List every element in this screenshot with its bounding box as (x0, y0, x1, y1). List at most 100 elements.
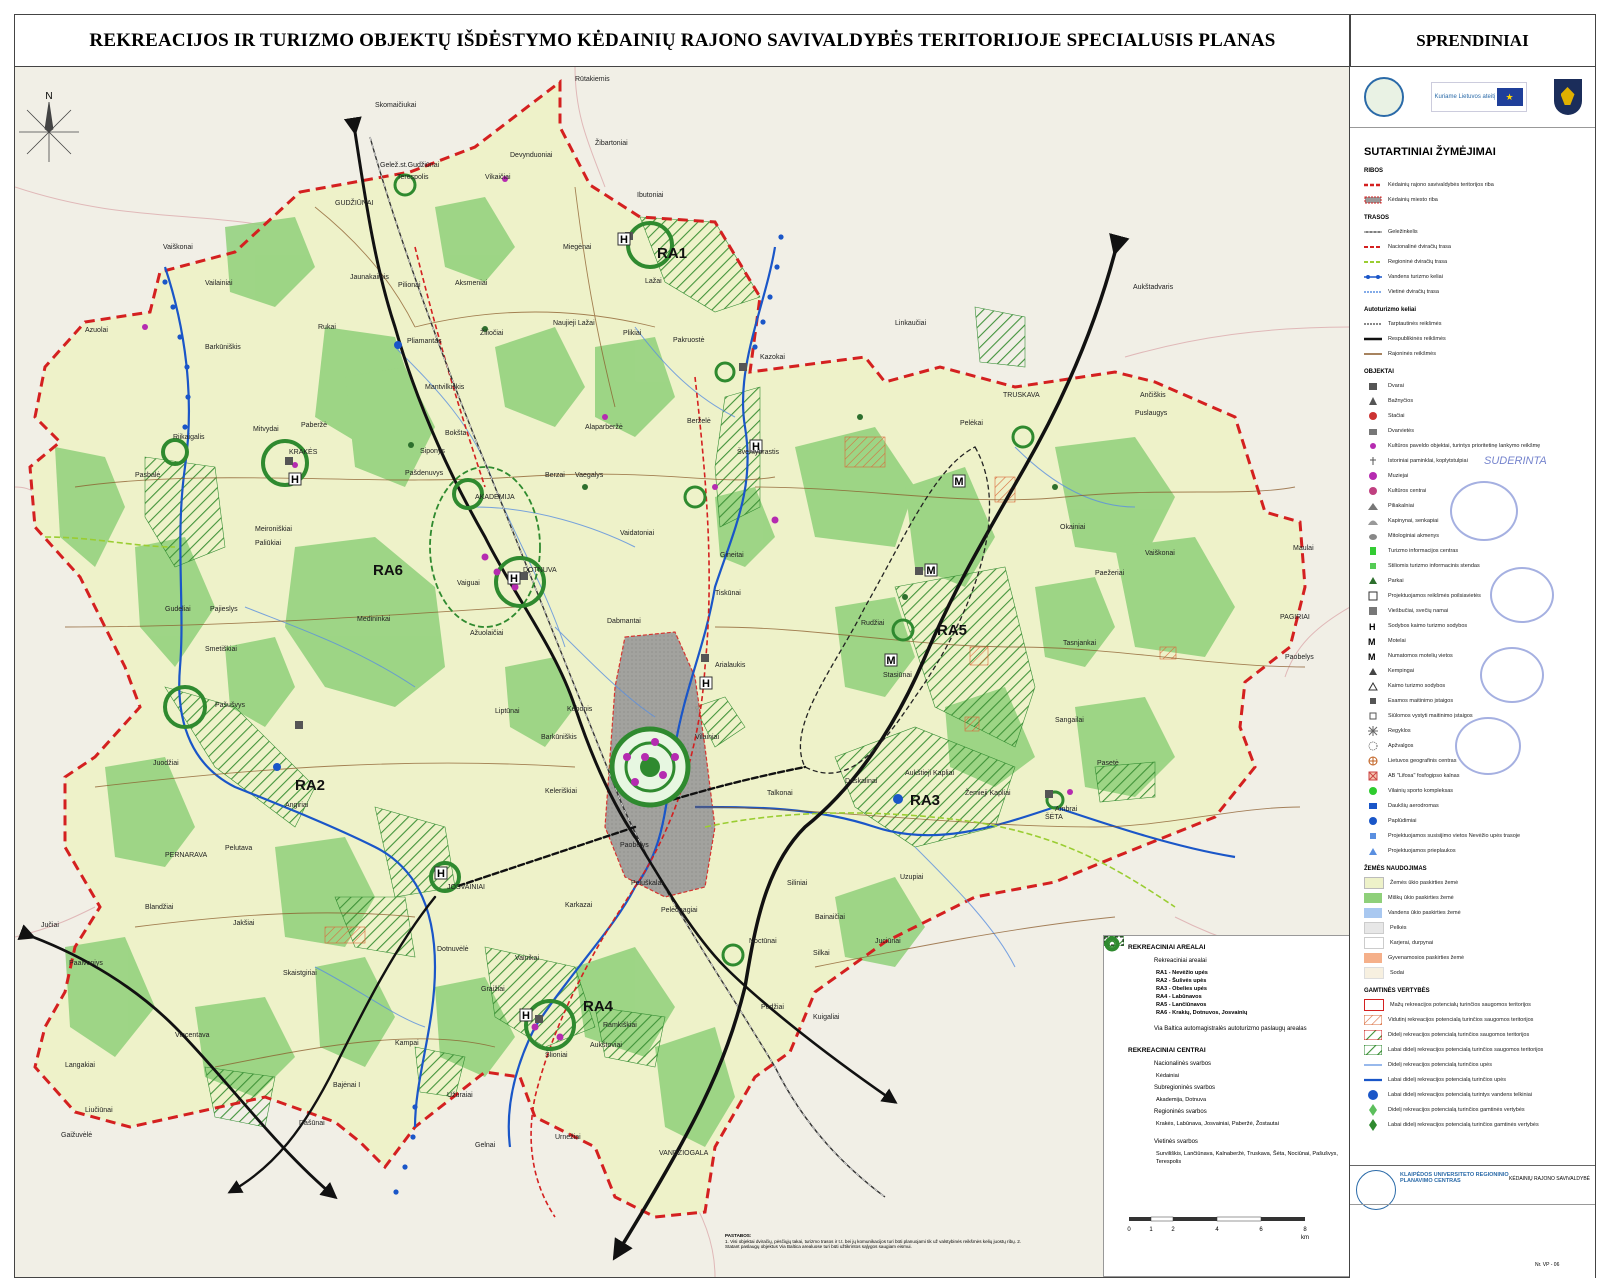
stamp-2 (1490, 567, 1554, 623)
legend-areas-title: REKREACINIAI AREALAI (1128, 944, 1206, 951)
svg-text:Linkaučiai: Linkaučiai (895, 320, 927, 327)
scale-bar: 0 1 2 4 6 8 km (1125, 1213, 1311, 1243)
svg-text:M: M (1368, 637, 1376, 646)
svg-text:Paobelys: Paobelys (1285, 654, 1314, 661)
area-label-ra6: RA6 (373, 562, 403, 579)
svg-text:Urnėžiai: Urnėžiai (555, 1134, 581, 1141)
svg-text:Vaiguai: Vaiguai (457, 580, 480, 587)
svg-text:Rudžiai: Rudžiai (861, 620, 885, 627)
svg-text:DOTNUVA: DOTNUVA (523, 567, 557, 574)
svg-text:Pašušvys: Pašušvys (215, 702, 245, 709)
svg-text:Gelnai: Gelnai (475, 1142, 496, 1149)
svg-text:Berzai: Berzai (545, 472, 565, 479)
svg-text:Tiskūnai: Tiskūnai (715, 590, 741, 597)
svg-text:Talkonai: Talkonai (767, 790, 793, 797)
svg-text:Maulai: Maulai (1293, 545, 1314, 552)
svg-text:Skomaičiukai: Skomaičiukai (375, 102, 417, 109)
svg-text:4: 4 (1215, 1227, 1219, 1233)
approval-stamps: SUDERINTA (1450, 447, 1590, 777)
svg-text:Užuraiai: Užuraiai (447, 1092, 473, 1099)
svg-text:Vaiškonai: Vaiškonai (163, 244, 193, 251)
svg-text:Berželė: Berželė (687, 418, 711, 425)
svg-text:Gelež.st.Gudžiūnai: Gelež.st.Gudžiūnai (380, 162, 440, 169)
svg-text:2: 2 (1171, 1227, 1175, 1233)
svg-text:Smetiškiai: Smetiškiai (205, 646, 237, 653)
svg-text:Jaunakaimis: Jaunakaimis (350, 274, 389, 281)
svg-text:H: H (620, 234, 628, 246)
svg-text:Naujieji Lažai: Naujieji Lažai (553, 320, 595, 327)
svg-text:Pasetė: Pasetė (1097, 760, 1119, 767)
svg-text:Devynduoniai: Devynduoniai (510, 152, 553, 159)
svg-text:Pelėdnagiai: Pelėdnagiai (661, 907, 698, 914)
svg-text:AKADEMIJA: AKADEMIJA (475, 494, 515, 501)
kedainiai-coat-of-arms-icon (1553, 79, 1582, 115)
svg-text:Mitvydai: Mitvydai (253, 426, 279, 433)
svg-text:Pedžiai: Pedžiai (761, 1004, 784, 1011)
title-block: KLAIPĖDOS UNIVERSITETO REGIONINIO PLANAV… (1350, 1165, 1595, 1278)
regional-center-icon (1105, 937, 1150, 1118)
svg-text:Ramkiškiai: Ramkiškiai (603, 1022, 637, 1029)
svg-text:Barkūniškis: Barkūniškis (205, 344, 241, 351)
svg-text:Kazokai: Kazokai (760, 354, 785, 361)
svg-text:Tasnjankai: Tasnjankai (1063, 640, 1097, 647)
svg-text:Silkai: Silkai (813, 950, 830, 957)
svg-text:Dotnuvėlė: Dotnuvėlė (437, 946, 469, 953)
svg-text:Skaistgiriai: Skaistgiriai (283, 970, 317, 977)
svg-text:H: H (702, 678, 710, 690)
svg-text:Miegėnai: Miegėnai (563, 244, 592, 251)
svg-text:Vikaičiai: Vikaičiai (485, 174, 511, 181)
svg-text:H: H (510, 573, 518, 585)
area-label-ra5: RA5 (937, 622, 967, 639)
svg-text:Barkūniškis: Barkūniškis (541, 734, 577, 741)
north-arrow (19, 101, 79, 162)
svg-text:M: M (886, 655, 895, 667)
svg-text:Pašdenuvys: Pašdenuvys (405, 470, 444, 477)
section-title-box: SPRENDINIAI (1349, 14, 1596, 68)
svg-text:Blandžiai: Blandžiai (145, 904, 174, 911)
svg-text:Siliniai: Siliniai (787, 880, 808, 887)
svg-text:8: 8 (1303, 1227, 1307, 1233)
svg-text:Riikaigalis: Riikaigalis (173, 434, 205, 441)
svg-text:PERNARAVA: PERNARAVA (165, 852, 207, 859)
svg-text:Terespolis: Terespolis (397, 174, 429, 181)
svg-text:Paežeriai: Paežeriai (1095, 570, 1125, 577)
svg-text:Azuolai: Azuolai (85, 327, 108, 334)
svg-text:Uzupiai: Uzupiai (900, 874, 924, 881)
svg-text:GUDŽIŪNAI: GUDŽIŪNAI (335, 198, 374, 207)
svg-text:Aukštoviai: Aukštoviai (590, 1042, 622, 1049)
national-center-icon (1104, 936, 1150, 1070)
stamp-1 (1450, 481, 1518, 541)
svg-text:Kuigaliai: Kuigaliai (813, 1014, 840, 1021)
stamp-text: SUDERINTA (1484, 455, 1547, 467)
svg-text:Paberžė: Paberžė (301, 422, 327, 429)
svg-text:Paliūkiai: Paliūkiai (255, 540, 282, 547)
svg-text:1: 1 (1149, 1227, 1153, 1233)
svg-text:Bokšta: Bokšta (445, 430, 467, 437)
svg-text:Sangailai: Sangailai (1055, 717, 1084, 724)
area-label-ra4: RA4 (583, 998, 614, 1015)
svg-text:Siponys: Siponys (420, 448, 445, 455)
svg-text:Plikiai: Plikiai (623, 330, 642, 337)
section-title: SPRENDINIAI (1416, 31, 1529, 50)
svg-text:Žiliočiai: Žiliočiai (480, 328, 504, 337)
svg-text:Lažai: Lažai (645, 278, 662, 285)
svg-text:KRAKĖS: KRAKĖS (289, 447, 318, 456)
svg-text:Pelutava: Pelutava (225, 845, 252, 852)
svg-text:Pajieslys: Pajieslys (210, 606, 238, 613)
svg-text:Aukštadvaris: Aukštadvaris (1133, 284, 1174, 291)
svg-text:Keleriškiai: Keleriškiai (545, 788, 577, 795)
stamp-3 (1480, 647, 1544, 703)
svg-text:Pilionai: Pilionai (398, 282, 421, 289)
svg-text:JOSVAINIAI: JOSVAINIAI (447, 884, 485, 891)
svg-text:Medininkai: Medininkai (357, 616, 391, 623)
svg-text:Kebonis: Kebonis (567, 706, 593, 713)
svg-text:Vaiškonai: Vaiškonai (1145, 550, 1175, 557)
svg-text:Pelėkai: Pelėkai (960, 420, 983, 427)
svg-text:M: M (926, 565, 935, 577)
hatch-icon (1104, 936, 1150, 967)
svg-text:Arialaukis: Arialaukis (715, 662, 746, 669)
svg-text:Meironiškiai: Meironiškiai (255, 526, 292, 533)
svg-text:Karkazai: Karkazai (565, 902, 593, 909)
svg-text:Rūtakiemis: Rūtakiemis (575, 76, 610, 83)
svg-text:Pakruostė: Pakruostė (673, 337, 705, 344)
